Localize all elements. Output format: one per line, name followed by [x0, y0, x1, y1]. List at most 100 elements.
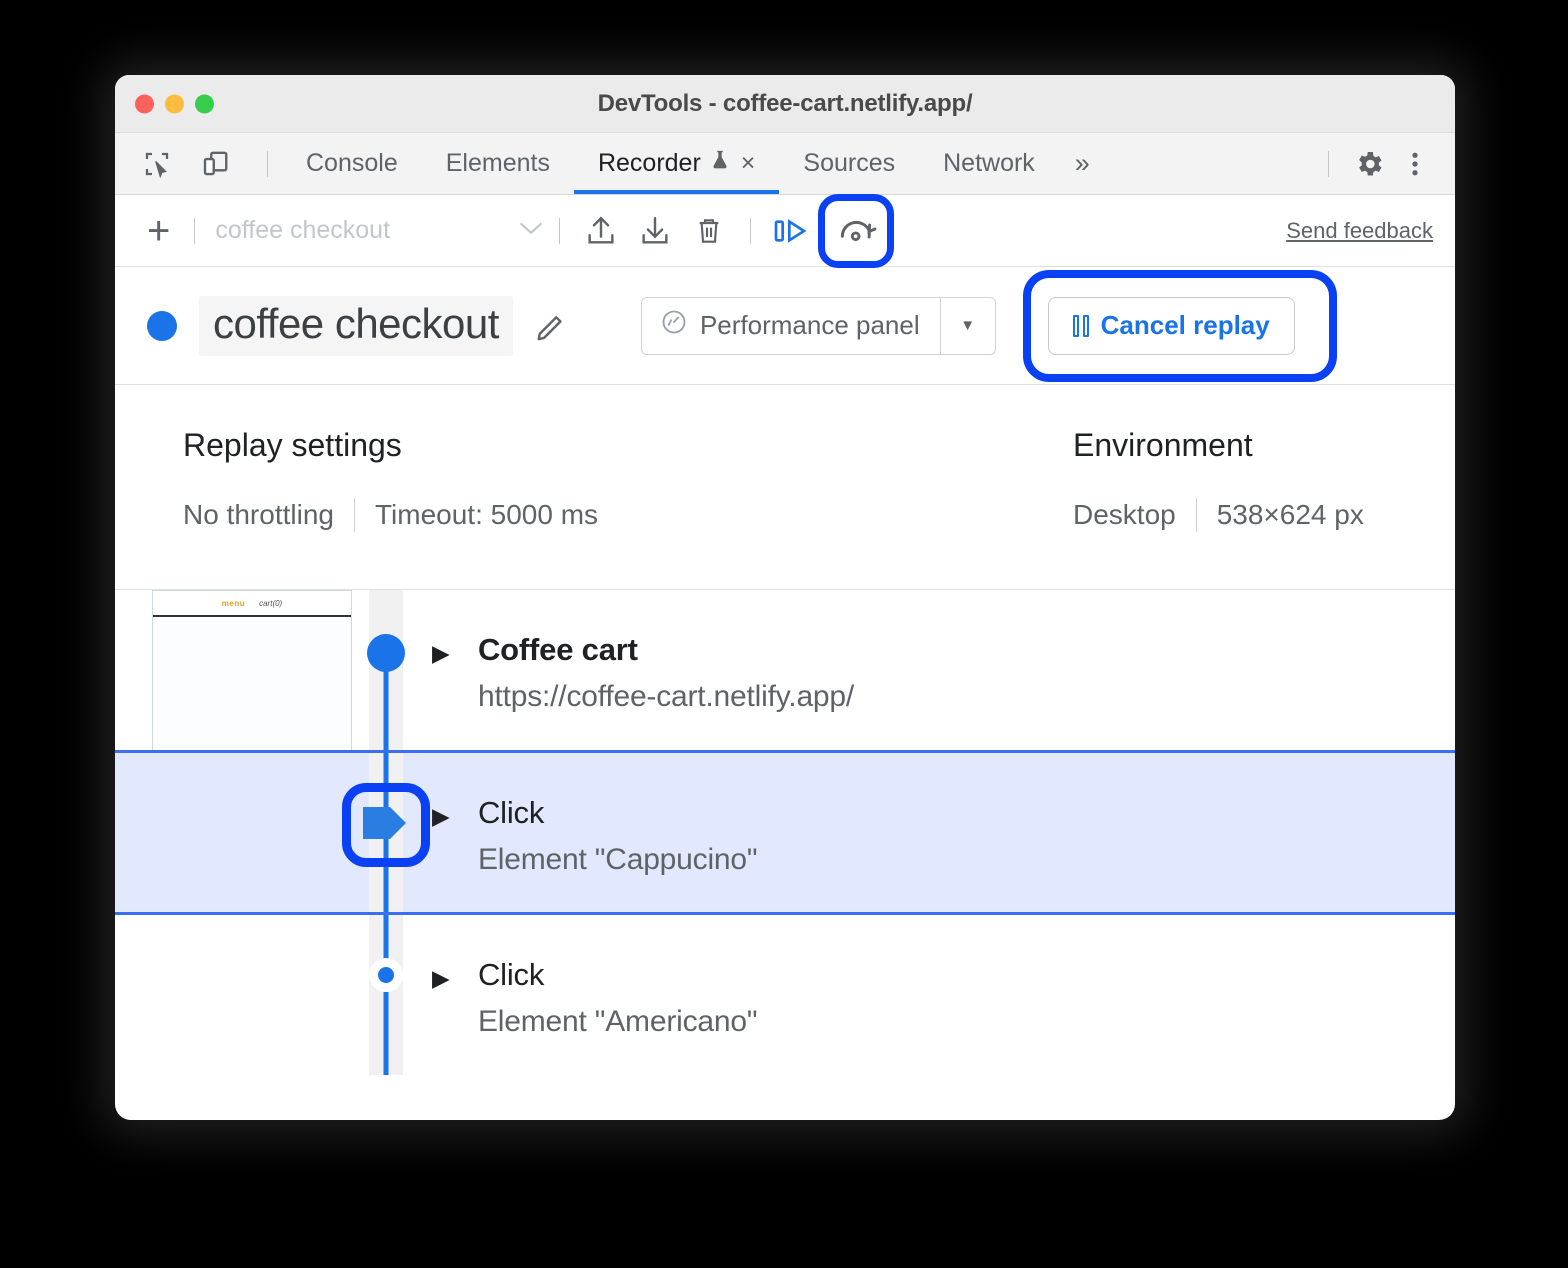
viewport-value: 538×624 px — [1217, 499, 1364, 531]
tab-network[interactable]: Network — [919, 133, 1059, 194]
tabbar-right-icons — [1314, 133, 1455, 194]
pause-icon — [1073, 315, 1089, 337]
step-marker-pending[interactable] — [369, 958, 403, 992]
steps-list: menu cart(0) Total: $0.00 ▶ Coffee cart … — [115, 590, 1455, 1075]
settings-gear-icon[interactable] — [1349, 144, 1389, 184]
pencil-icon[interactable] — [533, 308, 569, 344]
devtools-tabbar: Console Elements Recorder × Sources Netw… — [115, 133, 1455, 195]
window-titlebar: DevTools - coffee-cart.netlify.app/ — [115, 75, 1455, 133]
more-options-kebab-icon[interactable] — [1395, 144, 1435, 184]
tab-elements[interactable]: Elements — [422, 133, 574, 194]
close-window-button[interactable] — [135, 94, 154, 113]
import-recording-button[interactable] — [628, 206, 682, 256]
value-divider — [1196, 498, 1197, 532]
environment-column: Environment Desktop 538×624 px — [1073, 427, 1364, 589]
recorder-toolbar: + coffee checkout — [115, 195, 1455, 267]
step-subtitle: Element "Cappucino" — [478, 843, 1455, 877]
step-body: ▶ Click Element "Americano" — [432, 915, 1455, 1075]
toolbar-divider-3 — [750, 218, 751, 244]
delete-recording-button[interactable] — [682, 206, 736, 256]
replay-target-select[interactable]: Performance panel ▼ — [641, 297, 996, 355]
timeline-rail — [340, 753, 432, 912]
environment-title: Environment — [1073, 427, 1364, 464]
chevron-down-icon — [517, 219, 545, 242]
step-title: Click — [478, 957, 1455, 993]
replay-settings-title: Replay settings — [183, 427, 1073, 464]
device-value: Desktop — [1073, 499, 1176, 531]
tab-sources[interactable]: Sources — [779, 133, 919, 194]
panel-tabs: Console Elements Recorder × Sources Netw… — [282, 133, 1106, 194]
tab-label: Network — [943, 149, 1035, 178]
window-title: DevTools - coffee-cart.netlify.app/ — [115, 90, 1455, 118]
step-title: Click — [478, 795, 1455, 831]
step-body: ▶ Click Element "Cappucino" — [432, 753, 1455, 912]
tabbar-right-divider — [1328, 151, 1329, 177]
environment-values: Desktop 538×624 px — [1073, 498, 1364, 532]
timeline-rail — [340, 915, 432, 1075]
step-subtitle: https://coffee-cart.netlify.app/ — [478, 680, 1455, 714]
toolbar-divider-2 — [559, 218, 560, 244]
step-texts: Click Element "Cappucino" — [478, 795, 1455, 912]
device-toolbar-icon[interactable] — [195, 144, 235, 184]
replay-step-by-step-button[interactable] — [765, 206, 819, 256]
timeline-rail — [340, 590, 432, 750]
export-recording-button[interactable] — [574, 206, 628, 256]
inspect-element-icon[interactable] — [137, 144, 177, 184]
tab-console[interactable]: Console — [282, 133, 422, 194]
recording-select-value: coffee checkout — [215, 216, 390, 245]
minimize-window-button[interactable] — [165, 94, 184, 113]
step-texts: Coffee cart https://coffee-cart.netlify.… — [478, 632, 1455, 750]
step-marker-current[interactable] — [360, 801, 412, 845]
thumbnail-cart-label: cart(0) — [259, 599, 282, 608]
step-thumbnail-cell — [115, 915, 340, 1075]
flask-icon — [709, 147, 731, 180]
tab-recorder[interactable]: Recorder × — [574, 133, 779, 194]
tab-label: Sources — [803, 149, 895, 178]
step-row[interactable]: ▶ Click Element "Americano" — [115, 915, 1455, 1075]
tabbar-left-icons — [115, 133, 282, 194]
tab-label: Elements — [446, 149, 550, 178]
value-divider — [354, 498, 355, 532]
maximize-window-button[interactable] — [195, 94, 214, 113]
thumbnail-header: menu cart(0) — [153, 591, 351, 617]
devtools-window: DevTools - coffee-cart.netlify.app/ Cons… — [115, 75, 1455, 1120]
step-texts: Click Element "Americano" — [478, 957, 1455, 1075]
replay-target-value: Performance panel — [700, 310, 920, 341]
replay-status-dot — [147, 311, 177, 341]
step-row[interactable]: ▶ Click Element "Cappucino" — [115, 750, 1455, 915]
step-title: Coffee cart — [478, 632, 1455, 668]
cancel-replay-wrap: Cancel replay — [1048, 297, 1295, 355]
tab-label: Recorder — [598, 149, 701, 178]
tabbar-divider — [267, 151, 268, 177]
gauge-icon — [660, 308, 688, 343]
replay-settings-strip: Replay settings No throttling Timeout: 5… — [115, 385, 1455, 590]
replay-settings-values: No throttling Timeout: 5000 ms — [183, 498, 1073, 532]
tab-label: Console — [306, 149, 398, 178]
measure-performance-replay-button[interactable] — [823, 198, 889, 264]
step-thumbnail-cell: menu cart(0) Total: $0.00 — [115, 590, 340, 750]
step-row[interactable]: menu cart(0) Total: $0.00 ▶ Coffee cart … — [115, 590, 1455, 750]
send-feedback-link[interactable]: Send feedback — [1286, 218, 1433, 244]
replay-settings-column: Replay settings No throttling Timeout: 5… — [183, 427, 1073, 589]
recording-header: coffee checkout Performance panel ▼ — [115, 267, 1455, 385]
close-icon[interactable]: × — [741, 149, 756, 178]
cancel-replay-label: Cancel replay — [1101, 310, 1270, 341]
timeline-line — [384, 915, 389, 1075]
timeout-value[interactable]: Timeout: 5000 ms — [375, 499, 598, 531]
window-controls — [135, 94, 214, 113]
more-tabs-chevron-icon[interactable]: » — [1059, 133, 1106, 194]
thumbnail-brand: menu — [222, 599, 245, 608]
step-body: ▶ Coffee cart https://coffee-cart.netlif… — [432, 590, 1455, 750]
step-subtitle: Element "Americano" — [478, 1005, 1455, 1039]
throttling-value[interactable]: No throttling — [183, 499, 334, 531]
toolbar-divider-1 — [194, 218, 195, 244]
cancel-replay-button[interactable]: Cancel replay — [1048, 297, 1295, 355]
step-marker-start[interactable] — [367, 634, 405, 672]
expand-step-caret-icon[interactable]: ▶ — [432, 957, 478, 1075]
recording-title: coffee checkout — [199, 296, 513, 356]
step-thumbnail-cell — [115, 753, 340, 912]
chevron-down-icon[interactable]: ▼ — [941, 298, 995, 354]
recording-select[interactable]: coffee checkout — [215, 216, 545, 245]
expand-step-caret-icon[interactable]: ▶ — [432, 632, 478, 750]
expand-step-caret-icon[interactable]: ▶ — [432, 795, 478, 912]
